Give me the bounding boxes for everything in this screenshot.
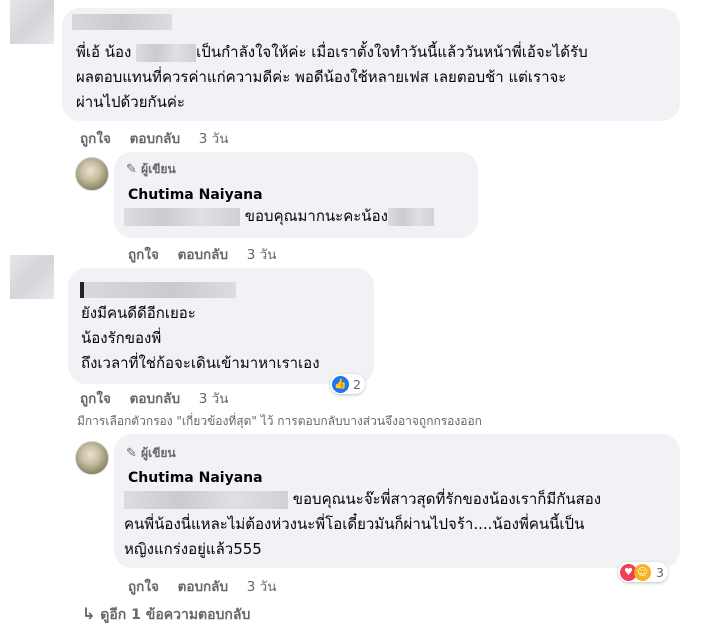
reply-text: ขอบคุณนะจ๊ะพี่สาวสุดที่รักของน้องเราก็มี…	[124, 490, 602, 558]
commenter-name-blurred[interactable]	[72, 14, 172, 30]
commenter-avatar[interactable]	[10, 0, 54, 44]
view-more-replies-link[interactable]: ↳ ดูอีก 1 ข้อความตอบกลับ	[82, 604, 250, 626]
like-link[interactable]: ถูกใจ	[128, 579, 159, 595]
redacted-name	[124, 490, 288, 509]
author-avatar[interactable]	[75, 441, 109, 475]
timestamp[interactable]: 3 วัน	[199, 131, 229, 147]
comment-text: ยังมีคนดีดีอีกเยอะ น้องรักของพี่ ถึงเวลา…	[81, 304, 320, 372]
timestamp[interactable]: 3 วัน	[247, 247, 277, 263]
commenter-name-blurred[interactable]	[80, 282, 236, 298]
comment-actions: ถูกใจ ตอบกลับ 3 วัน	[80, 387, 242, 409]
like-link[interactable]: ถูกใจ	[80, 131, 111, 147]
reply-bubble: ✎ ผู้เขียน Chutima Naiyana ขอบคุณนะจ๊ะพี…	[114, 434, 680, 568]
pencil-icon: ✎	[126, 446, 137, 461]
commenter-avatar[interactable]	[10, 255, 54, 299]
comment-actions: ถูกใจ ตอบกลับ 3 วัน	[128, 575, 290, 597]
comment-text: พี่เอ้ น้อง เป็นกำลังใจให้ค่ะ เมื่อเราตั…	[76, 43, 588, 111]
redacted-name	[124, 207, 240, 226]
reply-link[interactable]: ตอบกลับ	[130, 131, 180, 147]
like-link[interactable]: ถูกใจ	[128, 247, 159, 263]
like-reaction-icon: 👍	[332, 375, 349, 393]
reply-text: ขอบคุณมากนะคะน้อง	[124, 204, 434, 229]
reply-arrow-icon: ↳	[82, 604, 96, 623]
author-badge: ✎ ผู้เขียน	[126, 162, 176, 177]
pencil-icon: ✎	[126, 162, 137, 177]
redacted-name	[387, 207, 434, 226]
timestamp[interactable]: 3 วัน	[247, 579, 277, 595]
author-avatar[interactable]	[75, 157, 109, 191]
reaction-summary[interactable]: 👍 2	[330, 374, 365, 394]
timestamp[interactable]: 3 วัน	[199, 391, 229, 407]
comment-bubble: พี่เอ้ น้อง เป็นกำลังใจให้ค่ะ เมื่อเราตั…	[62, 8, 680, 121]
author-name[interactable]: Chutima Naiyana	[128, 186, 263, 204]
care-reaction-icon: ☺	[634, 563, 651, 581]
comment-bubble: ยังมีคนดีดีอีกเยอะ น้องรักของพี่ ถึงเวลา…	[68, 268, 374, 384]
reply-bubble: ✎ ผู้เขียน Chutima Naiyana ขอบคุณมากนะคะ…	[114, 152, 478, 238]
comment-actions: ถูกใจ ตอบกลับ 3 วัน	[80, 127, 242, 149]
reaction-summary[interactable]: ♥ ☺ 3	[618, 562, 668, 582]
reply-link[interactable]: ตอบกลับ	[178, 247, 228, 263]
filter-notice: มีการเลือกตัวกรอง "เกี่ยวข้องที่สุด" ไว้…	[77, 414, 482, 428]
author-badge: ✎ ผู้เขียน	[126, 446, 176, 461]
reply-link[interactable]: ตอบกลับ	[178, 579, 228, 595]
like-link[interactable]: ถูกใจ	[80, 391, 111, 407]
comment-actions: ถูกใจ ตอบกลับ 3 วัน	[128, 243, 290, 265]
redacted-name	[136, 43, 197, 62]
author-name[interactable]: Chutima Naiyana	[128, 469, 263, 487]
reply-link[interactable]: ตอบกลับ	[130, 391, 180, 407]
